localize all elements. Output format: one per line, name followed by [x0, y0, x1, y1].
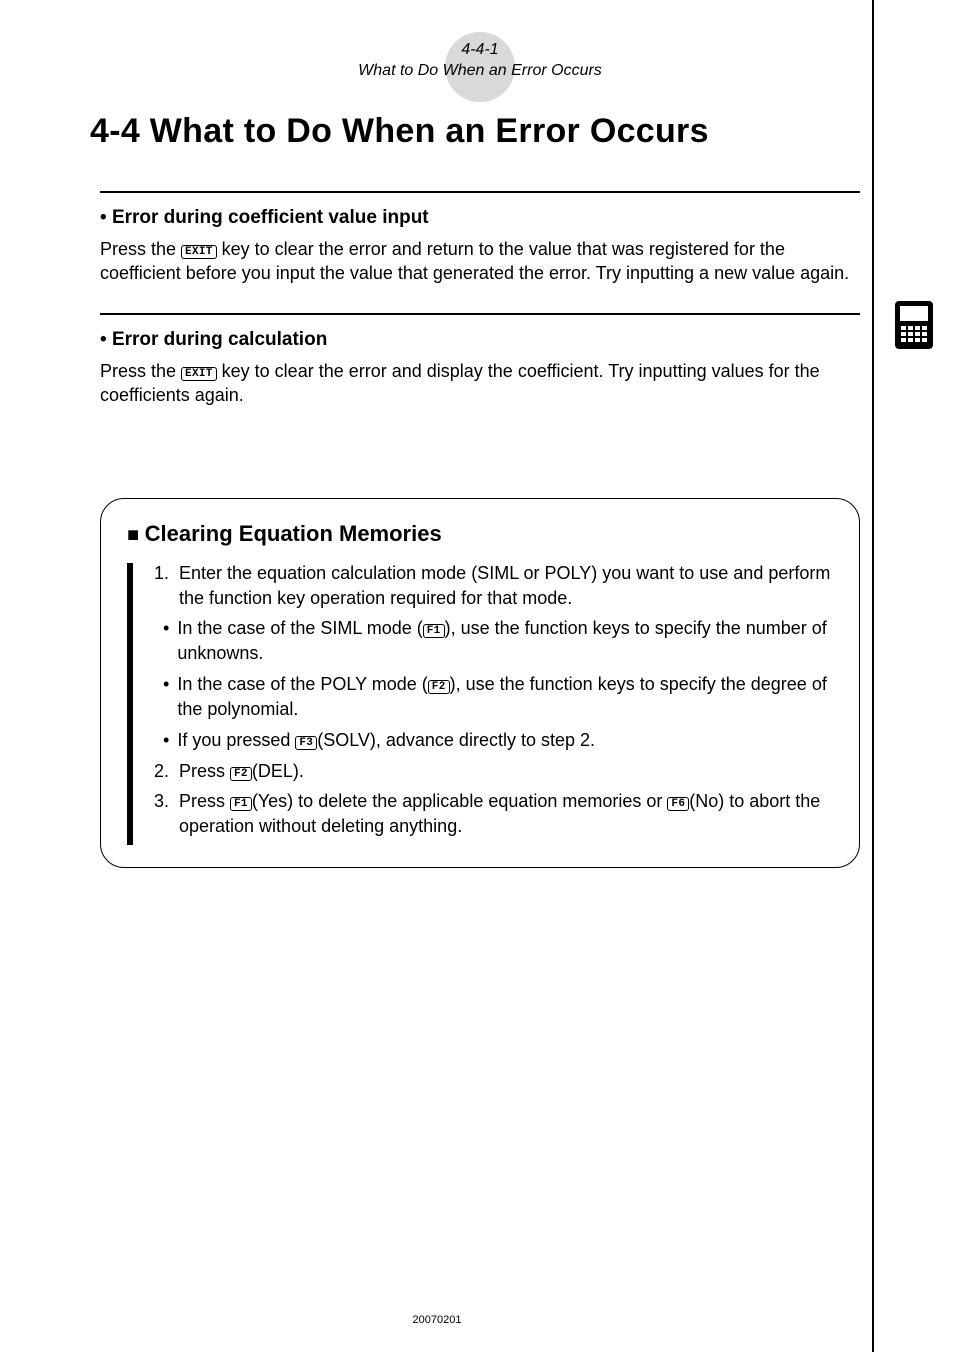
list-item: • In the case of the POLY mode (F2), use…: [163, 672, 833, 722]
f1-key-icon: F1: [230, 797, 252, 811]
header-page-number: 4-4-1: [100, 40, 860, 61]
section-error-coeff-input: Error during coefficient value input Pre…: [100, 191, 860, 286]
text: (SOLV), advance directly to step 2.: [317, 730, 595, 750]
rule: [100, 191, 860, 193]
sub-list: • In the case of the SIML mode (F1), use…: [163, 616, 833, 752]
subsection-heading: Error during coefficient value input: [100, 207, 860, 229]
list-item: • In the case of the SIML mode (F1), use…: [163, 616, 833, 666]
footer-number: 20070201: [0, 1314, 874, 1326]
step-text: Enter the equation calculation mode (SIM…: [179, 561, 833, 611]
list-item: 1. Enter the equation calculation mode (…: [149, 561, 833, 753]
procedure-box: Clearing Equation Memories 1. Enter the …: [100, 498, 860, 868]
sub-text: In the case of the SIML mode (F1), use t…: [177, 616, 833, 666]
box-title: Clearing Equation Memories: [127, 521, 833, 547]
text: (DEL).: [252, 761, 304, 781]
text: In the case of the POLY mode (: [177, 674, 427, 694]
bullet: •: [163, 616, 169, 666]
f3-key-icon: F3: [295, 736, 317, 750]
text: Press: [179, 761, 230, 781]
list-item: 3. Press F1(Yes) to delete the applicabl…: [149, 789, 833, 839]
list-item: • If you pressed F3(SOLV), advance direc…: [163, 728, 833, 753]
bullet: •: [163, 728, 169, 753]
running-header: 4-4-1 What to Do When an Error Occurs: [100, 40, 860, 82]
text: (Yes) to delete the applicable equation …: [252, 791, 668, 811]
text: Press the: [100, 361, 181, 381]
page: 4-4-1 What to Do When an Error Occurs 4-…: [0, 0, 954, 1352]
calculator-icon: [894, 300, 934, 350]
body-paragraph: Press the EXIT key to clear the error an…: [100, 359, 860, 408]
sub-text: If you pressed F3(SOLV), advance directl…: [177, 728, 595, 753]
text: Press the: [100, 239, 181, 259]
text: In the case of the SIML mode (: [177, 618, 422, 638]
header-subtitle: What to Do When an Error Occurs: [100, 61, 860, 82]
subsection-heading: Error during calculation: [100, 329, 860, 351]
procedure-list: 1. Enter the equation calculation mode (…: [149, 561, 833, 845]
text: If you pressed: [177, 730, 295, 750]
page-border-right: [872, 0, 874, 1352]
step-text: Press F1(Yes) to delete the applicable e…: [179, 789, 833, 839]
step-number: 3.: [149, 789, 169, 839]
text: Press: [179, 791, 230, 811]
rule: [100, 313, 860, 315]
step-text: Press F2(DEL).: [179, 759, 304, 784]
list-item: 2. Press F2(DEL).: [149, 759, 833, 784]
sidebar-rule: [127, 563, 133, 845]
exit-key-icon: EXIT: [181, 367, 217, 381]
step-number: 1.: [149, 561, 169, 611]
sub-text: In the case of the POLY mode (F2), use t…: [177, 672, 833, 722]
exit-key-icon: EXIT: [181, 245, 217, 259]
section-error-calc: Error during calculation Press the EXIT …: [100, 313, 860, 408]
section-title: 4-4 What to Do When an Error Occurs: [90, 112, 860, 151]
step-number: 2.: [149, 759, 169, 784]
bullet: •: [163, 672, 169, 722]
f1-key-icon: F1: [423, 624, 445, 638]
content-column: 4-4-1 What to Do When an Error Occurs 4-…: [100, 40, 860, 868]
box-content: 1. Enter the equation calculation mode (…: [127, 561, 833, 845]
f6-key-icon: F6: [667, 797, 689, 811]
body-paragraph: Press the EXIT key to clear the error an…: [100, 237, 860, 286]
f2-key-icon: F2: [230, 767, 252, 781]
f2-key-icon: F2: [428, 680, 450, 694]
